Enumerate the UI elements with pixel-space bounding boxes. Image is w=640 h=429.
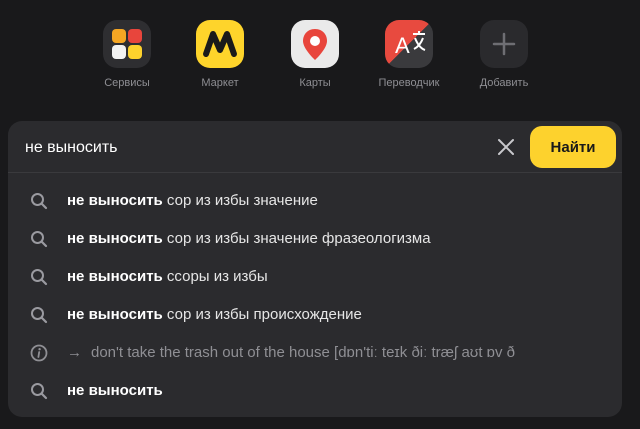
search-icon (31, 307, 48, 324)
search-input[interactable] (23, 135, 487, 161)
search-icon (31, 269, 48, 286)
suggestion-text: не выносить сор из избы происхождение (67, 306, 362, 323)
close-icon (498, 139, 514, 155)
arrow-right-icon: → (67, 344, 82, 361)
market-logo-icon (196, 20, 244, 68)
app-label: Карты (299, 77, 331, 89)
info-icon (30, 344, 48, 362)
translator-icon: A (385, 20, 433, 68)
app-label: Добавить (479, 77, 529, 89)
suggestion-text: → don't take the trash out of the house [… (67, 344, 516, 361)
suggestion-text: не выносить ссоры из избы (67, 268, 268, 285)
suggestion-item[interactable]: не выносить (8, 372, 622, 409)
suggestion-text: не выносить сор из избы значение фразеол… (67, 230, 431, 247)
app-label: Маркет (201, 77, 239, 89)
app-label: Переводчик (378, 77, 440, 89)
search-icon (31, 383, 48, 400)
suggestion-text: не выносить (67, 382, 163, 399)
search-icon (31, 231, 48, 248)
clear-button[interactable] (492, 133, 520, 161)
app-translator[interactable]: A Переводчик (359, 20, 459, 89)
search-bar: Найти (8, 121, 622, 173)
suggestion-item[interactable]: не выносить сор из избы значение фразеол… (8, 220, 622, 257)
app-label: Сервисы (104, 77, 150, 89)
app-maps[interactable]: Карты (265, 20, 365, 89)
app-services[interactable]: Сервисы (77, 20, 177, 89)
suggestion-item[interactable]: не выносить ссоры из избы (8, 258, 622, 295)
search-panel: Найти не выносить сор из избы значение н… (8, 121, 622, 417)
quick-apps-row: Сервисы Маркет Карты A Переводчик Добави… (0, 0, 640, 110)
app-market[interactable]: Маркет (170, 20, 270, 89)
suggestion-item[interactable]: не выносить сор из избы значение (8, 182, 622, 219)
suggestion-item[interactable]: не выносить сор из избы происхождение (8, 296, 622, 333)
find-button[interactable]: Найти (530, 126, 616, 168)
services-grid-icon (103, 20, 151, 68)
suggestion-translation[interactable]: → don't take the trash out of the house [… (8, 334, 622, 371)
search-icon (31, 193, 48, 210)
plus-icon (480, 20, 528, 68)
suggestion-text: не выносить сор из избы значение (67, 192, 318, 209)
svg-text:A: A (395, 33, 410, 58)
map-pin-icon (291, 20, 339, 68)
app-add[interactable]: Добавить (454, 20, 554, 89)
